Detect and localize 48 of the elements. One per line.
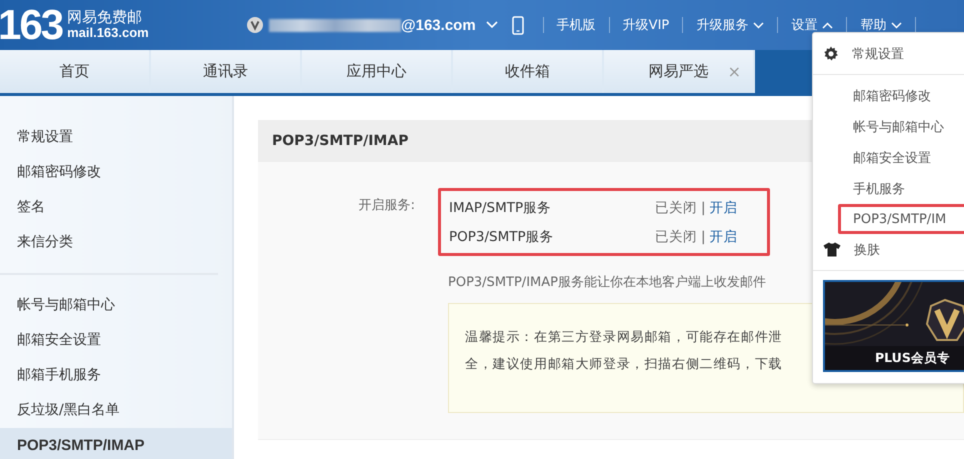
separator-text: | bbox=[701, 228, 706, 244]
gear-icon bbox=[823, 46, 839, 62]
enable-link[interactable]: 开启 bbox=[710, 198, 738, 216]
banner-caption: PLUS会员专 bbox=[875, 350, 950, 367]
member-banner[interactable]: PLUS会员专 bbox=[823, 280, 964, 372]
chevron-up-icon[interactable] bbox=[822, 22, 834, 28]
service-status: 已关闭 bbox=[655, 228, 697, 246]
separator-text: | bbox=[701, 200, 706, 216]
sidebar-item[interactable]: 邮箱密码修改 bbox=[0, 155, 232, 190]
sidebar-item[interactable]: 反垃圾/黑白名单 bbox=[0, 393, 232, 428]
chevron-down-icon[interactable] bbox=[753, 22, 764, 28]
chevron-down-icon[interactable] bbox=[486, 21, 498, 29]
sidebar-item[interactable]: 常规设置 bbox=[0, 120, 232, 155]
chevron-down-icon[interactable] bbox=[891, 22, 902, 28]
header-link[interactable]: 设置 bbox=[791, 16, 834, 34]
service-name: POP3/SMTP服务 bbox=[449, 228, 555, 246]
notice-text: 全，建议使用邮箱大师登录，扫描右侧二维码，下载 bbox=[465, 356, 782, 374]
logo-domain: mail.163.com bbox=[67, 26, 149, 42]
phone-icon[interactable] bbox=[512, 16, 524, 34]
account-email[interactable]: @163.com bbox=[401, 16, 476, 34]
sidebar-item[interactable]: 帐号与邮箱中心 bbox=[0, 288, 232, 323]
sidebar-item[interactable]: 邮箱安全设置 bbox=[0, 323, 232, 358]
sidebar-item[interactable]: POP3/SMTP/IMAP bbox=[0, 428, 232, 459]
notice-text: 温馨提示：在第三方登录网易邮箱，可能存在邮件泄 bbox=[465, 329, 782, 347]
menu-item[interactable]: POP3/SMTP/IM bbox=[838, 204, 964, 234]
sidebar-item[interactable]: 签名 bbox=[0, 190, 232, 225]
vip-badge-icon bbox=[247, 17, 263, 33]
logo-number[interactable]: 163 bbox=[0, 4, 62, 46]
menu-item[interactable]: 换肤 bbox=[813, 234, 964, 265]
sidebar-item[interactable]: 邮箱手机服务 bbox=[0, 358, 232, 393]
panel-title: POP3/SMTP/IMAP bbox=[272, 133, 408, 149]
description-text: POP3/SMTP/IMAP服务能让你在本地客户端上收发邮件 bbox=[448, 274, 767, 291]
header-link[interactable]: 帮助 bbox=[860, 16, 902, 34]
header-link[interactable]: 升级VIP bbox=[622, 16, 670, 34]
menu-item[interactable]: 邮箱安全设置 bbox=[813, 142, 964, 173]
t-shirt-icon bbox=[823, 242, 841, 257]
service-name: IMAP/SMTP服务 bbox=[449, 198, 552, 216]
menu-item[interactable]: 手机服务 bbox=[813, 173, 964, 204]
service-status: 已关闭 bbox=[655, 198, 697, 216]
menu-item[interactable]: 常规设置 bbox=[813, 38, 964, 69]
menu-item[interactable]: 邮箱密码修改 bbox=[813, 80, 964, 111]
header-link[interactable]: 升级服务 bbox=[696, 16, 764, 34]
menu-item[interactable]: 帐号与邮箱中心 bbox=[813, 111, 964, 142]
sidebar-item[interactable]: 来信分类 bbox=[0, 225, 232, 260]
logo-title: 网易免费邮 bbox=[67, 8, 144, 26]
field-label: 开启服务: bbox=[358, 197, 415, 215]
enable-link[interactable]: 开启 bbox=[710, 228, 738, 246]
header-link[interactable]: 手机版 bbox=[556, 16, 596, 34]
